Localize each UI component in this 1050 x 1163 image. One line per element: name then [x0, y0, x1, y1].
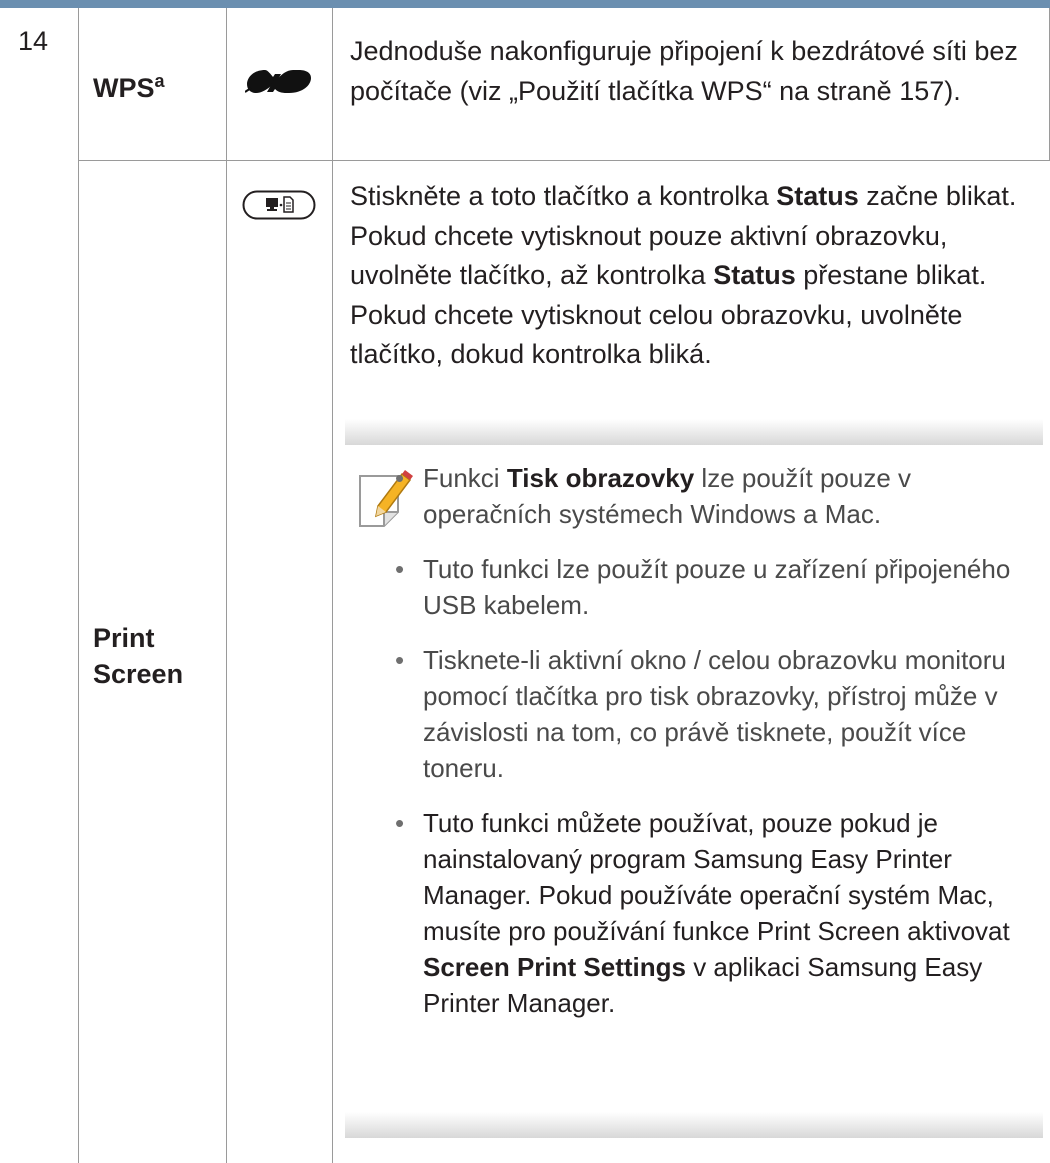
footnote-mark: a: [154, 71, 165, 91]
note-top-band: [345, 419, 1043, 445]
note-text: Tuto funkci můžete používat, pouze pokud…: [423, 808, 1010, 1018]
wps-label: WPSa: [93, 70, 165, 106]
status-keyword: Status: [713, 260, 796, 290]
note-text: Tuto funkci lze použít pouze u zařízení …: [423, 554, 1011, 620]
print-screen-label-line2: Screen: [93, 659, 184, 689]
note-text: Funkci Tisk obrazovky lze použít pouze v…: [423, 463, 911, 529]
bullet: •: [395, 645, 405, 675]
note-text: Tisknete-li aktivní okno / celou obrazov…: [423, 645, 1006, 783]
column-divider: [226, 8, 227, 1163]
column-divider: [78, 8, 79, 1163]
note-text-part: Tuto funkci můžete používat, pouze pokud…: [423, 808, 1010, 946]
list-item: • Tuto funkci můžete používat, pouze poku…: [379, 805, 1039, 1021]
wps-icon: [244, 66, 313, 101]
bullet: •: [395, 554, 405, 584]
bullet: •: [395, 463, 405, 493]
note-bold-term: Tisk obrazovky: [506, 463, 695, 493]
note-list: • Funkci Tisk obrazovky lze použít pouze …: [379, 460, 1039, 1040]
note-bottom-band: [345, 1112, 1043, 1138]
note-bold-term: Screen Print Settings: [423, 952, 686, 982]
list-item: • Tisknete-li aktivní okno / celou obrazo…: [379, 642, 1039, 786]
row-divider: [78, 160, 1050, 161]
wps-label-text: WPS: [93, 73, 155, 103]
wps-description: Jednoduše nakonfiguruje připojení k bezd…: [350, 36, 1018, 106]
print-screen-label-line1: Print: [93, 623, 155, 653]
row-number: 14: [18, 26, 49, 56]
print-screen-label: Print Screen: [93, 620, 183, 692]
list-item: • Funkci Tisk obrazovky lze použít pouze …: [379, 460, 1039, 532]
top-rule: [0, 0, 1050, 8]
bullet: •: [395, 808, 405, 838]
status-keyword: Status: [776, 181, 859, 211]
note-text-part: Funkci: [423, 463, 507, 493]
column-divider: [332, 8, 333, 1163]
print-screen-description: Stiskněte a toto tlačítko a kontrolka St…: [350, 177, 1038, 375]
desc-text: Stiskněte a toto tlačítko a kontrolka: [350, 181, 777, 211]
print-screen-icon: [242, 190, 316, 225]
list-item: • Tuto funkci lze použít pouze u zařízení…: [379, 551, 1039, 623]
